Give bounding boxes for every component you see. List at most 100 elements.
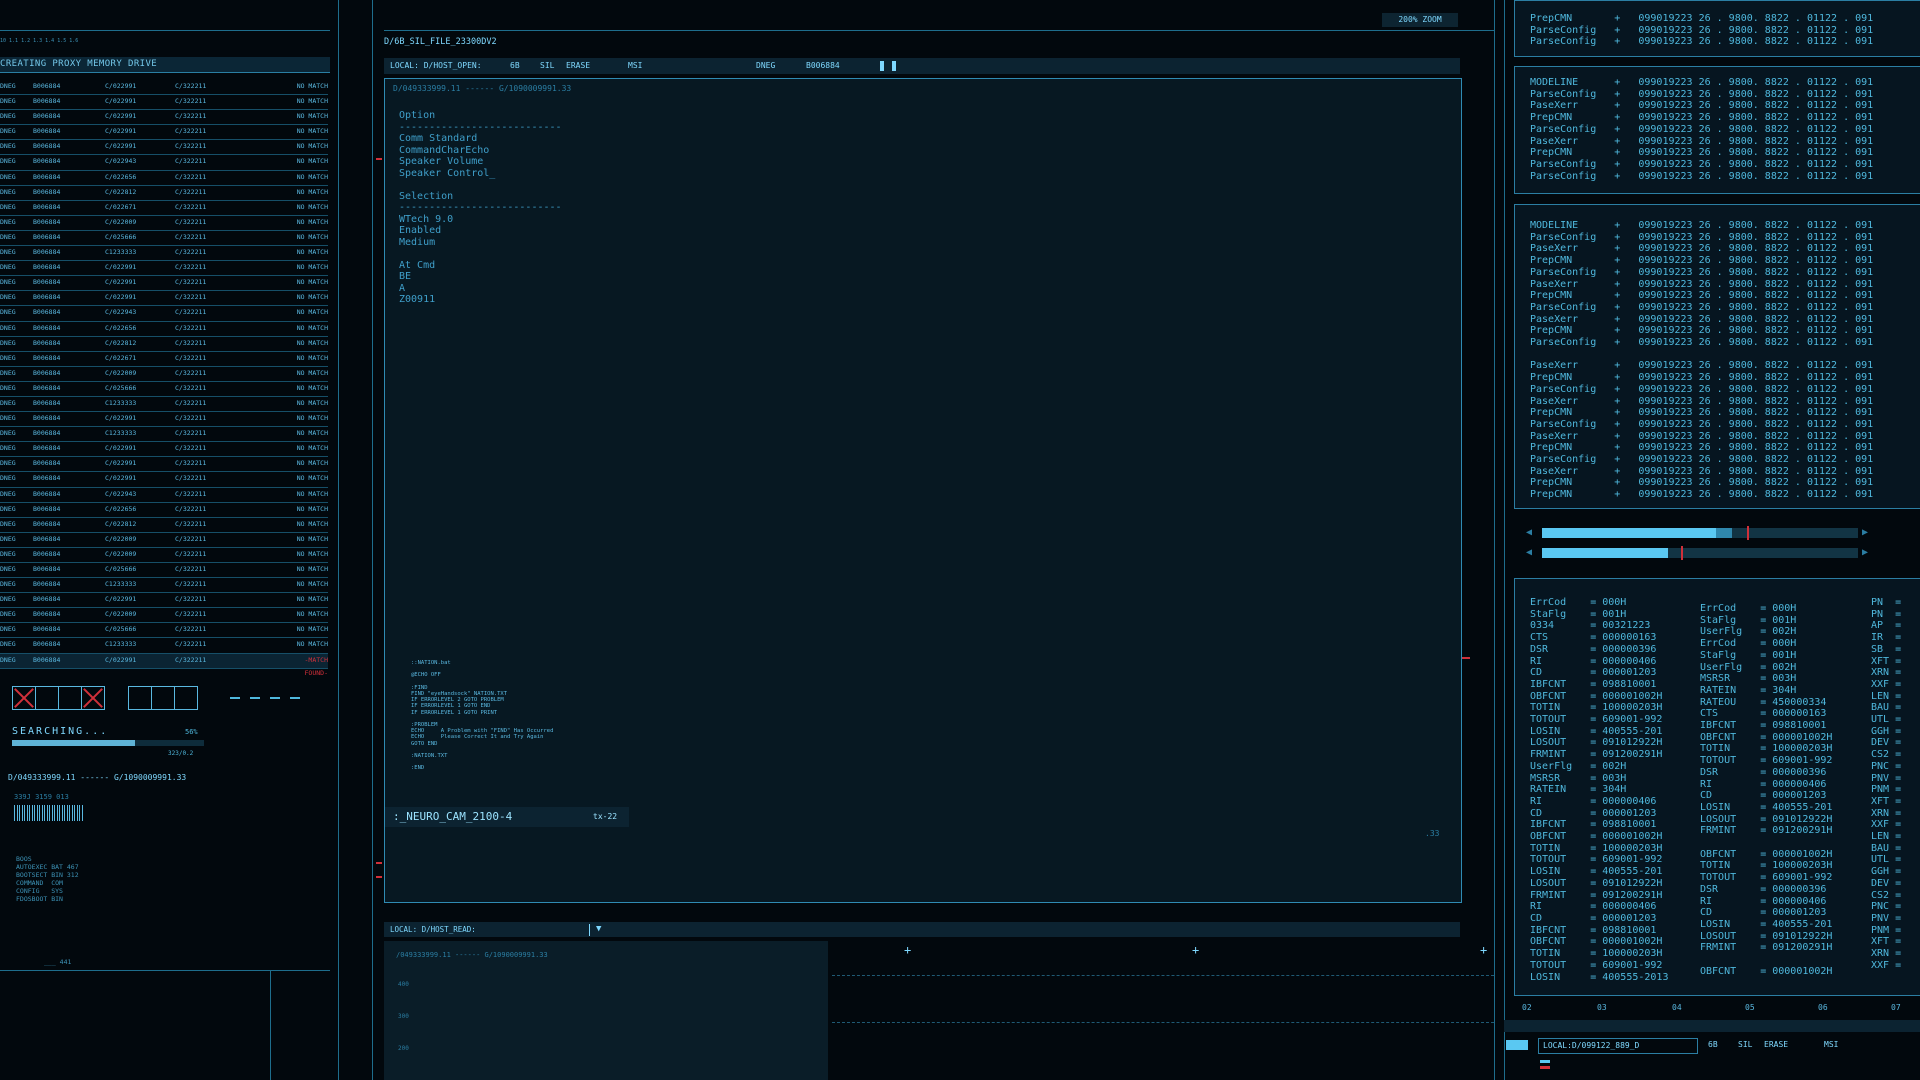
memory-cell: C/322211 bbox=[175, 278, 207, 287]
arrow-left-icon[interactable]: ◀ bbox=[1526, 527, 1532, 538]
toolbar-msi[interactable]: MSI bbox=[628, 58, 642, 74]
memory-row[interactable]: DNEG B006884 C/022991 C/322211 NO MATCH bbox=[0, 276, 328, 292]
memory-row[interactable]: DNEG B006884 C/022943 C/322211 NO MATCH bbox=[0, 488, 328, 503]
memory-cell: C/322211 bbox=[175, 172, 207, 181]
memory-row[interactable]: DNEG B006884 C/022656 C/322211 NO MATCH bbox=[0, 322, 328, 337]
memory-row[interactable]: DNEG B006884 C/022656 C/322211 NO MATCH bbox=[0, 171, 328, 186]
memory-row[interactable]: DNEG B006884 C/022991 C/322211 NO MATCH bbox=[0, 80, 328, 96]
memory-cell: C/322211 bbox=[175, 82, 207, 90]
memory-cell: NO MATCH bbox=[296, 595, 328, 604]
memory-row[interactable]: DNEG B006884 C/022991 C/322211 NO MATCH bbox=[0, 110, 328, 126]
memory-row[interactable]: DNEG B006884 C/022812 C/322211 NO MATCH bbox=[0, 186, 328, 201]
memory-row[interactable]: DNEG B006884 C/022943 C/322211 NO MATCH bbox=[0, 155, 328, 171]
memory-cell: C/022943 bbox=[105, 308, 137, 317]
read-path: /049333999.11 ------ G/1090009991.33 bbox=[396, 951, 548, 959]
memory-row[interactable]: DNEG B006884 C/022991 C/322211 NO MATCH bbox=[0, 442, 328, 458]
memory-row[interactable]: DNEG B006884 C/022671 C/322211 NO MATCH bbox=[0, 352, 328, 367]
memory-cell: DNEG bbox=[0, 112, 16, 121]
zoom-button[interactable]: 200% ZOOM bbox=[1382, 13, 1458, 27]
arrow-right-icon[interactable]: ▶ bbox=[1862, 547, 1868, 558]
slider-marker[interactable] bbox=[1681, 546, 1684, 560]
slider-track[interactable] bbox=[1542, 546, 1858, 560]
memory-row[interactable]: DNEG B006884 C/022812 C/322211 NO MATCH bbox=[0, 518, 328, 533]
bottom-sil[interactable]: SIL bbox=[1738, 1038, 1752, 1052]
status-box[interactable] bbox=[174, 686, 198, 710]
memory-row[interactable]: DNEG B006884 C/022671 C/322211 NO MATCH bbox=[0, 201, 328, 216]
memory-cell: C/022991 bbox=[105, 595, 137, 604]
memory-row[interactable]: DNEG B006884 C/025666 C/322211 NO MATCH bbox=[0, 563, 328, 579]
memory-row[interactable]: DNEG B006884 C/025666 C/322211 NO MATCH bbox=[0, 623, 328, 639]
match-found-row[interactable]: DNEG B006884 C/022991 C/322211 -MATCH FOUND- bbox=[0, 653, 328, 677]
memory-cell: DNEG bbox=[0, 142, 16, 151]
memory-row[interactable]: DNEG B006884 C/022991 C/322211 NO MATCH bbox=[0, 472, 328, 488]
toolbar-erase[interactable]: ERASE bbox=[566, 58, 590, 74]
bottom-6b[interactable]: 6B bbox=[1708, 1038, 1718, 1052]
status-box[interactable] bbox=[151, 686, 175, 710]
memory-row[interactable]: DNEG B006884 C/022009 C/322211 NO MATCH bbox=[0, 367, 328, 382]
status-box[interactable] bbox=[128, 686, 152, 710]
memory-row[interactable]: DNEG B006884 C/022991 C/322211 NO MATCH bbox=[0, 125, 328, 141]
memory-cell: C/022656 bbox=[105, 323, 137, 332]
slider-marker[interactable] bbox=[1747, 526, 1750, 540]
toolbar-sil[interactable]: SIL bbox=[540, 58, 554, 74]
memory-cell: DNEG bbox=[0, 565, 16, 573]
memory-row[interactable]: DNEG B006884 C/022009 C/322211 NO MATCH bbox=[0, 533, 328, 548]
memory-row[interactable]: DNEG B006884 C1233333 C/322211 NO MATCH bbox=[0, 397, 328, 413]
memory-cell: NO MATCH bbox=[296, 444, 328, 453]
memory-cell: C/322211 bbox=[175, 640, 207, 649]
status-swatch bbox=[1506, 1040, 1528, 1050]
memory-row[interactable]: DNEG B006884 C/022991 C/322211 NO MATCH bbox=[0, 261, 328, 277]
memory-cell: B006884 bbox=[33, 595, 61, 604]
memory-row[interactable]: DNEG B006884 C/022812 C/322211 NO MATCH bbox=[0, 337, 328, 352]
memory-row[interactable]: DNEG B006884 C/025666 C/322211 NO MATCH bbox=[0, 231, 328, 247]
memory-cell: C/022943 bbox=[105, 157, 137, 166]
status-box-failed[interactable] bbox=[12, 686, 36, 710]
bottom-msi[interactable]: MSI bbox=[1824, 1038, 1838, 1052]
dropdown-arrow-icon[interactable]: ▼ bbox=[596, 922, 601, 937]
memory-row[interactable]: DNEG B006884 C/022656 C/322211 NO MATCH bbox=[0, 503, 328, 518]
level-slider-2[interactable]: ◀ ▶ bbox=[1524, 546, 1920, 560]
memory-row[interactable]: DNEG B006884 C1233333 C/322211 NO MATCH bbox=[0, 638, 328, 654]
file-title: D/6B_SIL_FILE_23300DV2 bbox=[384, 37, 497, 47]
memory-row[interactable]: DNEG B006884 C/025666 C/322211 NO MATCH bbox=[0, 382, 328, 397]
cursor-block bbox=[880, 61, 884, 71]
memory-row[interactable]: DNEG B006884 C/022009 C/322211 NO MATCH bbox=[0, 608, 328, 624]
memory-row[interactable]: DNEG B006884 C/022991 C/322211 NO MATCH bbox=[0, 457, 328, 473]
status-box[interactable] bbox=[58, 686, 82, 710]
memory-row[interactable]: DNEG B006884 C/022991 C/322211 NO MATCH bbox=[0, 95, 328, 111]
memory-row[interactable]: DNEG B006884 C/022991 C/322211 NO MATCH bbox=[0, 412, 328, 428]
modem-config-text: Option --------------------------- Comm … bbox=[399, 110, 562, 305]
memory-cell: C/322211 bbox=[175, 383, 207, 392]
vertical-separator bbox=[372, 0, 373, 1080]
memory-row[interactable]: DNEG B006884 C/022991 C/322211 NO MATCH bbox=[0, 140, 328, 156]
register-panel: ErrCod = 000H StaFlg = 001H 0334 = 00321… bbox=[1514, 578, 1920, 996]
memory-row[interactable]: DNEG B006884 C1233333 C/322211 NO MATCH bbox=[0, 427, 328, 443]
status-box[interactable] bbox=[35, 686, 59, 710]
memory-cell: NO MATCH bbox=[296, 112, 328, 121]
memory-cell: C/322211 bbox=[175, 625, 207, 634]
memory-cell: C/322211 bbox=[175, 112, 207, 121]
bottom-local-field[interactable]: LOCAL:D/099122_889_D bbox=[1538, 1038, 1698, 1054]
status-box-failed[interactable] bbox=[81, 686, 105, 710]
memory-cell: B006884 bbox=[33, 383, 61, 392]
divider bbox=[270, 970, 271, 1080]
memory-row[interactable]: DNEG B006884 C/022991 C/322211 NO MATCH bbox=[0, 291, 328, 307]
arrow-right-icon[interactable]: ▶ bbox=[1862, 527, 1868, 538]
bottom-erase[interactable]: ERASE bbox=[1764, 1038, 1788, 1052]
editor-window[interactable]: D/049333999.11 ------ G/1090009991.33 Op… bbox=[384, 78, 1462, 903]
crosshair-icon: + bbox=[904, 943, 912, 957]
memory-row[interactable]: DNEG B006884 C/022009 C/322211 NO MATCH bbox=[0, 548, 328, 563]
level-slider-1[interactable]: ◀ ▶ bbox=[1524, 526, 1920, 540]
memory-row[interactable]: DNEG B006884 C1233333 C/322211 NO MATCH bbox=[0, 246, 328, 262]
memory-cell: C/322211 bbox=[175, 610, 207, 619]
slider-track[interactable] bbox=[1542, 526, 1858, 540]
memory-row[interactable]: DNEG B006884 C/022943 C/322211 NO MATCH bbox=[0, 306, 328, 322]
memory-row[interactable]: DNEG B006884 C/022991 C/322211 NO MATCH bbox=[0, 593, 328, 609]
arrow-left-icon[interactable]: ◀ bbox=[1526, 547, 1532, 558]
memory-cell: DNEG bbox=[0, 202, 16, 211]
toolbar-6b[interactable]: 6B bbox=[510, 58, 520, 74]
memory-cell: B006884 bbox=[33, 202, 61, 211]
memory-cell: C/025666 bbox=[105, 383, 137, 392]
memory-row[interactable]: DNEG B006884 C1233333 C/322211 NO MATCH bbox=[0, 578, 328, 594]
memory-row[interactable]: DNEG B006884 C/022009 C/322211 NO MATCH bbox=[0, 216, 328, 231]
